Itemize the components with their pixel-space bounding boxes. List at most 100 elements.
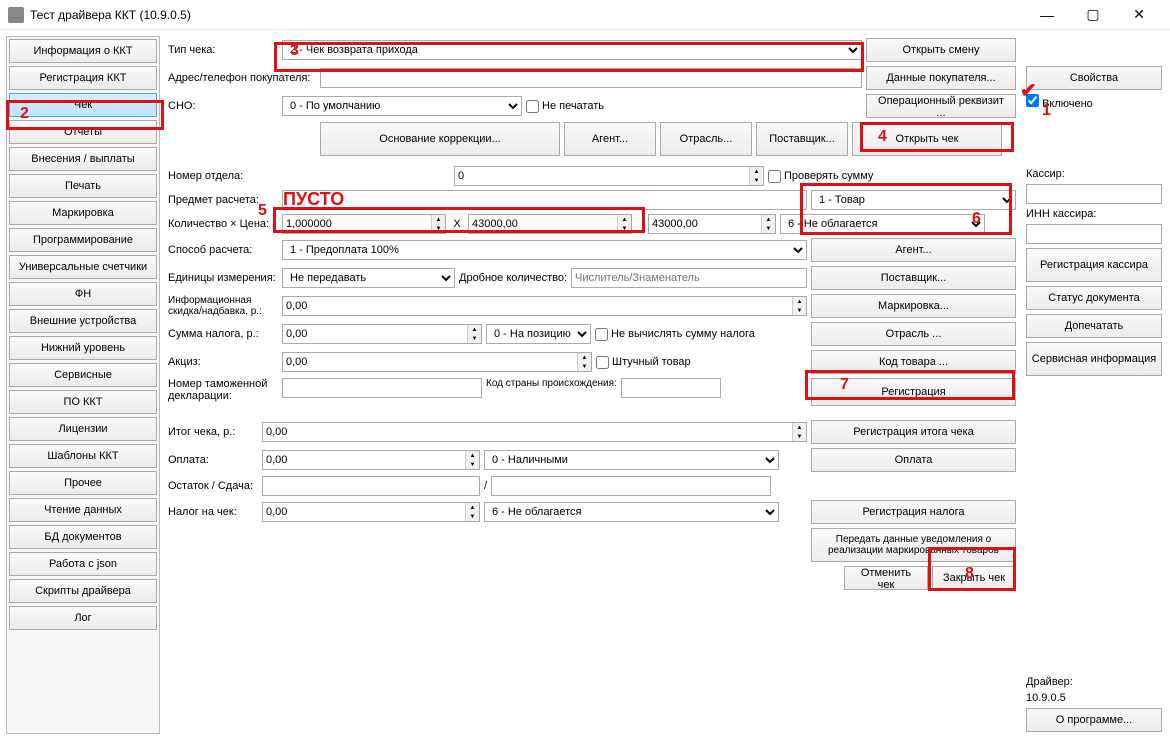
nav-отчеты[interactable]: Отчеты	[9, 120, 157, 144]
price-spin[interactable]: ▲▼	[468, 214, 632, 234]
nav-прочее[interactable]: Прочее	[9, 471, 157, 495]
nav-сервисные[interactable]: Сервисные	[9, 363, 157, 387]
agent-button[interactable]: Агент...	[564, 122, 656, 156]
nav-лицензии[interactable]: Лицензии	[9, 417, 157, 441]
piece-check[interactable]: Штучный товар	[596, 356, 691, 369]
reg-tax-button[interactable]: Регистрация налога	[811, 500, 1016, 524]
code-button[interactable]: Код товара ...	[811, 350, 1016, 374]
frac-input[interactable]	[571, 268, 807, 288]
nav-шаблоны-ккт[interactable]: Шаблоны ККТ	[9, 444, 157, 468]
tax-select[interactable]: 6 - Не облагается	[780, 214, 985, 234]
nav-информация-о-ккт[interactable]: Информация о ККТ	[9, 39, 157, 63]
about-button[interactable]: О программе...	[1026, 708, 1162, 732]
cashier-input[interactable]	[1026, 184, 1162, 204]
excise-spin[interactable]: ▲▼	[282, 352, 592, 372]
qty-spin[interactable]: ▲▼	[282, 214, 446, 234]
cancel-check-button[interactable]: Отменить чек	[844, 566, 928, 590]
paytype-select[interactable]: 0 - Наличными	[484, 450, 779, 470]
pay-spin[interactable]: ▲▼	[262, 450, 480, 470]
item-industry-button[interactable]: Отрасль ...	[811, 322, 1016, 346]
change1-input[interactable]	[262, 476, 480, 496]
noprint-check[interactable]: Не печатать	[526, 100, 604, 113]
taxpos-select[interactable]: 0 - На позицию	[486, 324, 591, 344]
nav-регистрация-ккт[interactable]: Регистрация ККТ	[9, 66, 157, 90]
pay-button[interactable]: Оплата	[811, 448, 1016, 472]
taxsum-spin[interactable]: ▲▼	[282, 324, 482, 344]
service-button[interactable]: Сервисная информация	[1026, 342, 1162, 376]
label-frac: Дробное количество:	[459, 272, 567, 284]
nav-работа-с-json[interactable]: Работа с json	[9, 552, 157, 576]
buyer-data-button[interactable]: Данные покупателя...	[866, 66, 1016, 90]
nav-чек[interactable]: Чек	[9, 93, 157, 117]
oper-req-button[interactable]: Операционный реквизит ...	[866, 94, 1016, 118]
label-decl: Номер таможенной декларации:	[168, 378, 278, 402]
window-title: Тест драйвера ККТ (10.9.0.5)	[30, 8, 1024, 22]
open-shift-button[interactable]: Открыть смену	[866, 38, 1016, 62]
mark-button[interactable]: Маркировка...	[811, 294, 1016, 318]
label-qty-price: Количество × Цена:	[168, 218, 278, 230]
origin-input[interactable]	[621, 378, 721, 398]
subject-input[interactable]	[282, 190, 807, 210]
nav-внесения-выплаты[interactable]: Внесения / выплаты	[9, 147, 157, 171]
check-sum-check[interactable]: Проверять сумму	[768, 170, 873, 183]
chktax-type-select[interactable]: 6 - Не облагается	[484, 502, 779, 522]
nav-маркировка[interactable]: Маркировка	[9, 201, 157, 225]
label-cashier-inn: ИНН кассира:	[1026, 208, 1162, 220]
label-cashier: Кассир:	[1026, 168, 1162, 180]
reg-total-button[interactable]: Регистрация итога чека	[811, 420, 1016, 444]
label-subject: Предмет расчета:	[168, 194, 278, 206]
cashier-inn-input[interactable]	[1026, 224, 1162, 244]
reg-cashier-button[interactable]: Регистрация кассира	[1026, 248, 1162, 282]
props-button[interactable]: Свойства	[1026, 66, 1162, 90]
nav-фн[interactable]: ФН	[9, 282, 157, 306]
total-spin[interactable]: ▲▼	[262, 422, 807, 442]
change-sep: /	[484, 480, 487, 492]
nav-универсальные-счетчики[interactable]: Универсальные счетчики	[9, 255, 157, 279]
doc-status-button[interactable]: Статус документа	[1026, 286, 1162, 310]
unit-select[interactable]: Не передавать	[282, 268, 455, 288]
close-button[interactable]: ✕	[1116, 0, 1162, 30]
nav-бд-документов[interactable]: БД документов	[9, 525, 157, 549]
dept-spin[interactable]: ▲▼	[454, 166, 764, 186]
close-check-button[interactable]: Закрыть чек	[932, 566, 1016, 590]
label-buyer-addr: Адрес/телефон покупателя:	[168, 72, 316, 84]
open-check-button[interactable]: Открыть чек	[852, 122, 1002, 156]
disc-spin[interactable]: ▲▼	[282, 296, 807, 316]
decl-input[interactable]	[282, 378, 482, 398]
method-select[interactable]: 1 - Предоплата 100%	[282, 240, 807, 260]
sum-spin[interactable]: ▲▼	[648, 214, 776, 234]
supplier-button[interactable]: Поставщик...	[756, 122, 848, 156]
sno-select[interactable]: 0 - По умолчанию	[282, 96, 522, 116]
label-check-type: Тип чека:	[168, 44, 278, 56]
nav-программирование[interactable]: Программирование	[9, 228, 157, 252]
industry-button[interactable]: Отрасль...	[660, 122, 752, 156]
label-sno: СНО:	[168, 100, 278, 112]
min-button[interactable]: —	[1024, 0, 1070, 30]
change2-input[interactable]	[491, 476, 771, 496]
send-mark-button[interactable]: Передать данные уведомления о реализации…	[811, 528, 1016, 562]
label-dept: Номер отдела:	[168, 170, 278, 182]
label-total: Итог чека, р.:	[168, 426, 258, 438]
enabled-check[interactable]: Включено	[1026, 94, 1162, 110]
nav-нижний-уровень[interactable]: Нижний уровень	[9, 336, 157, 360]
nav-скрипты-драйвера[interactable]: Скрипты драйвера	[9, 579, 157, 603]
nocalc-check[interactable]: Не вычислять сумму налога	[595, 328, 755, 341]
nav-внешние-устройства[interactable]: Внешние устройства	[9, 309, 157, 333]
max-button[interactable]: ▢	[1070, 0, 1116, 30]
nav-чтение-данных[interactable]: Чтение данных	[9, 498, 157, 522]
nav-печать[interactable]: Печать	[9, 174, 157, 198]
item-agent-button[interactable]: Агент...	[811, 238, 1016, 262]
label-chktax: Налог на чек:	[168, 506, 258, 518]
label-disc: Информационная скидка/надбавка, р.:	[168, 295, 278, 317]
nav-лог[interactable]: Лог	[9, 606, 157, 630]
chktax-spin[interactable]: ▲▼	[262, 502, 480, 522]
label-pay: Оплата:	[168, 454, 258, 466]
correction-button[interactable]: Основание коррекции...	[320, 122, 560, 156]
item-supplier-button[interactable]: Поставщик...	[811, 266, 1016, 290]
buyer-addr-input[interactable]	[320, 68, 862, 88]
check-type-select[interactable]: 2 - Чек возврата прихода	[282, 40, 862, 60]
subject-type-select[interactable]: 1 - Товар	[811, 190, 1016, 210]
register-button[interactable]: Регистрация	[811, 378, 1016, 406]
nav-по-ккт[interactable]: ПО ККТ	[9, 390, 157, 414]
reprint-button[interactable]: Допечатать	[1026, 314, 1162, 338]
